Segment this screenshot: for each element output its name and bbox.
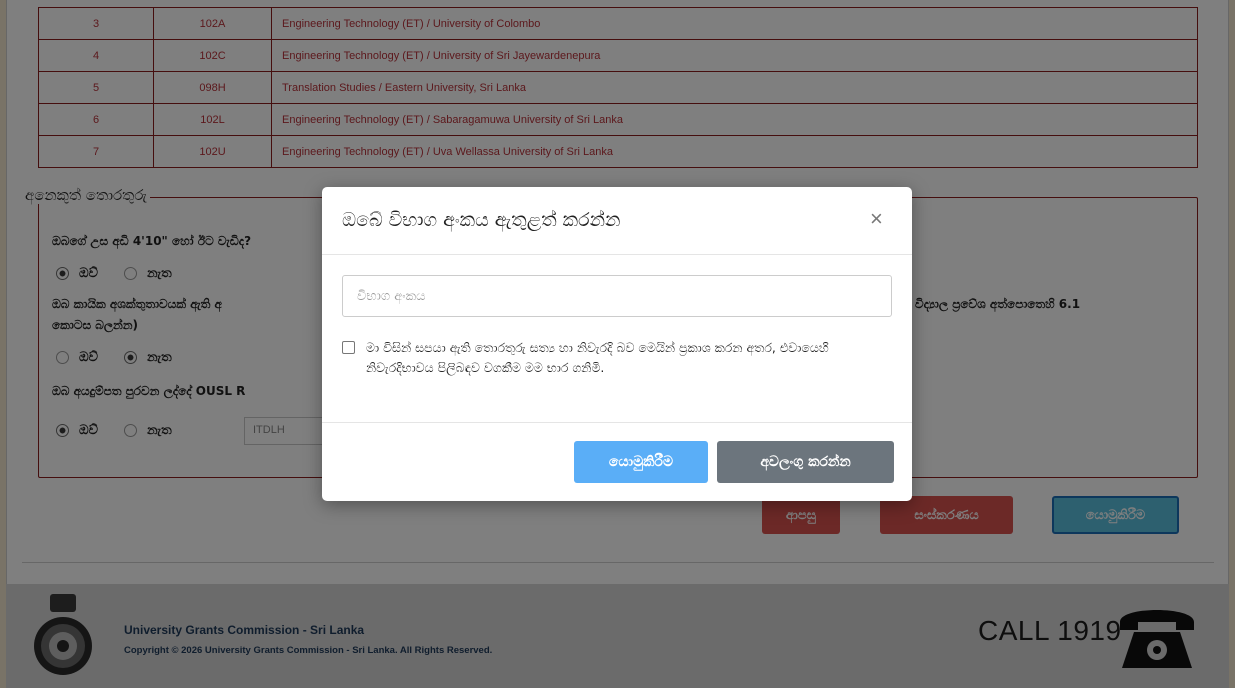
close-icon[interactable]: × (870, 208, 883, 230)
modal-title: ඔබේ විභාග අංකය ඇතුළත් කරන්න (342, 209, 621, 231)
modal-header: ඔබේ විභාග අංකය ඇතුළත් කරන්න × (322, 187, 912, 255)
modal-footer: යොමුකිරීම අවලංගු කරන්න (322, 422, 912, 501)
modal-cancel-button[interactable]: අවලංගු කරන්න (717, 441, 894, 483)
exam-number-modal: ඔබේ විභාග අංකය ඇතුළත් කරන්න × මා විසින් … (322, 187, 912, 501)
declaration-checkbox-row: මා විසින් සපයා ඇති තොරතුරු සත්‍ය හා නිවැ… (342, 338, 886, 378)
exam-number-input[interactable] (342, 275, 892, 317)
declaration-checkbox[interactable] (342, 341, 355, 354)
declaration-text: මා විසින් සපයා ඇති තොරතුරු සත්‍ය හා නිවැ… (366, 340, 829, 375)
modal-submit-button[interactable]: යොමුකිරීම (574, 441, 708, 483)
